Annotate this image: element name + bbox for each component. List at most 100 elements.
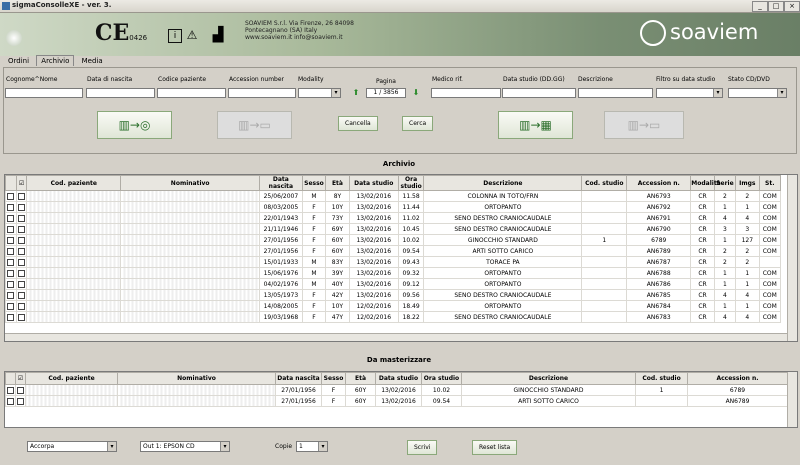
row-checkbox[interactable] — [15, 384, 26, 396]
plus-icon[interactable] — [7, 236, 15, 244]
plus-icon[interactable] — [7, 258, 15, 266]
tab-archivio[interactable]: Archivio — [36, 55, 75, 66]
masterizzare-col-header[interactable]: Cod. studio — [635, 372, 688, 385]
row-checkbox[interactable] — [15, 212, 28, 224]
checkbox[interactable] — [18, 225, 25, 233]
row-checkbox[interactable] — [15, 267, 28, 279]
export-disabled-button[interactable]: ▥→▭ — [604, 111, 684, 139]
plus-icon[interactable] — [7, 225, 15, 233]
checkbox[interactable] — [18, 280, 25, 288]
expand-toggle[interactable] — [5, 289, 17, 301]
row-checkbox[interactable] — [15, 289, 28, 301]
row-checkbox[interactable] — [15, 311, 28, 323]
data-studio-input[interactable] — [502, 88, 576, 98]
expand-toggle[interactable] — [5, 223, 17, 235]
expand-toggle[interactable] — [5, 245, 17, 257]
tab-ordini[interactable]: Ordini — [3, 55, 34, 67]
accession-input[interactable] — [228, 88, 296, 98]
archivio-col-header[interactable]: Imgs — [735, 175, 760, 191]
archivio-col-header[interactable] — [5, 175, 17, 191]
expand-toggle[interactable] — [5, 278, 17, 290]
archivio-col-header[interactable]: Cod. studio — [581, 175, 628, 191]
row-checkbox[interactable] — [15, 395, 26, 407]
row-select[interactable] — [5, 384, 16, 396]
masterizzare-col-header[interactable]: Cod. paziente — [25, 372, 118, 385]
checkbox[interactable] — [18, 192, 25, 200]
masterizzare-vscroll[interactable] — [787, 372, 797, 427]
burn-cd-button[interactable]: ▥→◎ — [97, 111, 172, 139]
copie-stepper[interactable]: 1 — [296, 441, 328, 452]
table-row[interactable]: 21/11/1946 F 69Y 13/02/2016 10.45 SENO DESTRO… — [5, 223, 782, 235]
medico-input[interactable] — [431, 88, 501, 98]
codice-paziente-input[interactable] — [157, 88, 226, 98]
plus-icon[interactable] — [7, 291, 15, 299]
checkbox[interactable] — [7, 397, 14, 405]
plus-icon[interactable] — [7, 302, 15, 310]
table-row[interactable]: 27/01/1956 F 60Y 13/02/2016 10.02 GINOCCHIO S… — [5, 234, 782, 246]
row-checkbox[interactable] — [15, 300, 28, 312]
row-checkbox[interactable] — [15, 223, 28, 235]
expand-toggle[interactable] — [5, 311, 17, 323]
checkbox[interactable] — [18, 291, 25, 299]
page-up-button[interactable]: ⬆ — [350, 87, 362, 99]
masterizzare-col-header[interactable] — [5, 372, 16, 385]
masterizzare-col-header[interactable]: Nominativo — [117, 372, 276, 385]
page-input[interactable]: 1 / 3856 — [366, 88, 406, 98]
plus-icon[interactable] — [7, 203, 15, 211]
export-screen-button[interactable]: ▥→▭ — [217, 111, 292, 139]
row-checkbox[interactable] — [15, 201, 28, 213]
archivio-col-header[interactable]: Età — [325, 175, 350, 191]
expand-toggle[interactable] — [5, 201, 17, 213]
checkbox[interactable] — [7, 386, 14, 394]
expand-toggle[interactable] — [5, 300, 17, 312]
output-device-select[interactable]: Out 1: EPSON CD — [140, 441, 230, 452]
expand-toggle[interactable] — [5, 190, 17, 202]
expand-toggle[interactable] — [5, 234, 17, 246]
archivio-col-header[interactable]: Ora studio — [397, 175, 425, 191]
row-select[interactable] — [5, 395, 16, 407]
checkbox[interactable] — [17, 386, 24, 394]
table-row[interactable]: 13/05/1973 F 42Y 13/02/2016 09.56 SENO DESTRO… — [5, 289, 782, 301]
row-checkbox[interactable] — [15, 256, 28, 268]
checkbox[interactable] — [18, 302, 25, 310]
archivio-col-header[interactable]: St. — [758, 175, 782, 191]
minimize-button[interactable]: _ — [752, 1, 768, 12]
table-row[interactable]: 27/01/1956 F 60Y 13/02/2016 10.02 GINOCCHIO S… — [5, 384, 788, 396]
table-row[interactable]: 15/01/1933 M 83Y 13/02/2016 09.43 TORACE PA AN… — [5, 256, 782, 268]
close-button[interactable]: × — [784, 1, 800, 12]
row-checkbox[interactable] — [15, 245, 28, 257]
masterizzare-col-header[interactable]: Età — [345, 372, 376, 385]
checkbox[interactable] — [18, 313, 25, 321]
archivio-col-header[interactable]: Modalità — [690, 175, 721, 191]
masterizzare-col-header[interactable]: Data nascita — [275, 372, 322, 385]
filtro-data-select[interactable] — [656, 88, 723, 98]
masterizzare-col-header[interactable]: Sesso — [321, 372, 346, 385]
plus-icon[interactable] — [7, 247, 15, 255]
checkbox[interactable] — [18, 203, 25, 211]
cerca-button[interactable]: Cerca — [402, 116, 434, 131]
cancella-button[interactable]: Cancella — [338, 116, 378, 131]
masterizzare-col-header[interactable]: Ora studio — [421, 372, 462, 385]
page-down-button[interactable]: ⬇ — [410, 87, 422, 99]
archivio-col-header[interactable]: Data studio — [348, 175, 399, 191]
masterizzare-col-header[interactable]: Data studio — [375, 372, 422, 385]
data-nascita-input[interactable] — [86, 88, 155, 98]
archivio-col-header[interactable]: Cod. paziente — [26, 175, 122, 191]
table-row[interactable]: 19/03/1968 F 47Y 12/02/2016 18.22 SENO DESTRO… — [5, 311, 782, 323]
table-row[interactable]: 27/01/1956 F 60Y 13/02/2016 09.54 ARTI SOTTO … — [5, 395, 788, 407]
archivio-hscroll[interactable] — [5, 333, 787, 341]
archivio-col-header[interactable]: Descrizione — [423, 175, 583, 191]
archivio-col-header[interactable]: Accession n. — [626, 175, 692, 191]
masterizzare-col-header[interactable]: ☑ — [15, 372, 26, 385]
table-row[interactable]: 25/06/2007 M 8Y 13/02/2016 11.58 COLONNA IN T… — [5, 190, 782, 202]
row-checkbox[interactable] — [15, 190, 28, 202]
descrizione-input[interactable] — [578, 88, 653, 98]
checkbox[interactable] — [18, 236, 25, 244]
plus-icon[interactable] — [7, 280, 15, 288]
row-checkbox[interactable] — [15, 278, 28, 290]
cognome-input[interactable] — [5, 88, 83, 98]
tab-media[interactable]: Media — [77, 55, 108, 67]
archivio-col-header[interactable]: Nominativo — [120, 175, 261, 191]
plus-icon[interactable] — [7, 269, 15, 277]
archivio-col-header[interactable]: ☑ — [15, 175, 28, 191]
